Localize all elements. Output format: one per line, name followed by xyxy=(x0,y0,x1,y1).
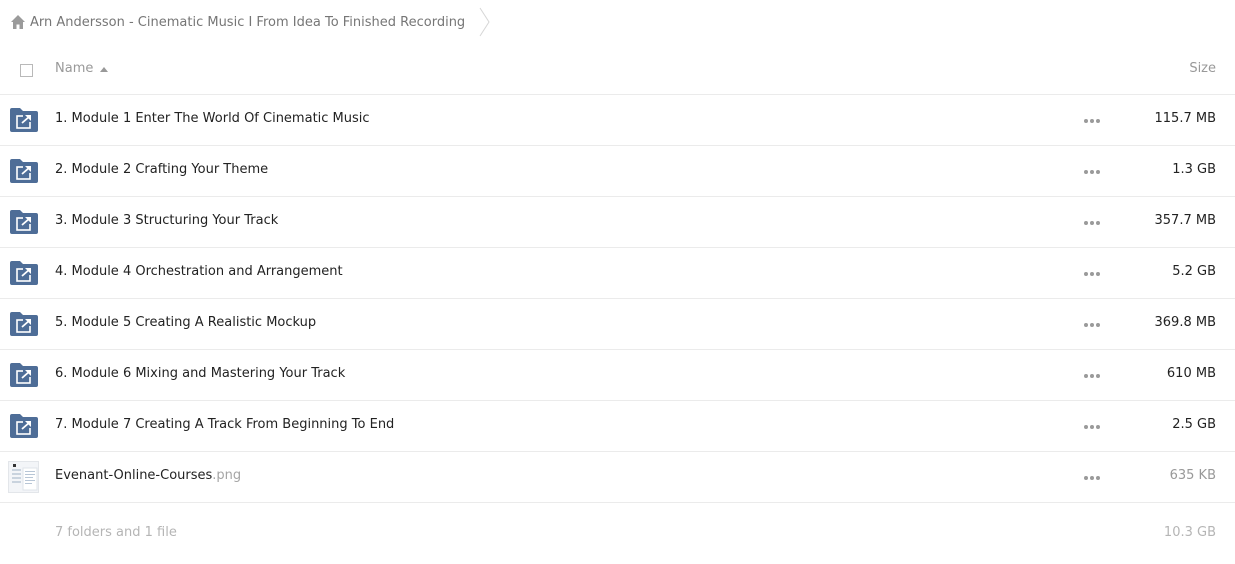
home-icon[interactable] xyxy=(10,14,26,30)
breadcrumb-current-folder[interactable]: Arn Andersson - Cinematic Music I From I… xyxy=(30,15,465,30)
more-options-icon[interactable] xyxy=(1084,119,1100,123)
folder-name[interactable]: 4. Module 4 Orchestration and Arrangemen… xyxy=(55,264,343,279)
breadcrumb: Arn Andersson - Cinematic Music I From I… xyxy=(10,7,491,37)
shared-folder-icon xyxy=(10,414,38,438)
shared-folder-icon xyxy=(10,363,38,387)
size-column-header[interactable]: Size xyxy=(1189,61,1216,76)
folder-name[interactable]: 6. Module 6 Mixing and Mastering Your Tr… xyxy=(55,366,345,381)
file-list-header: Name Size xyxy=(0,44,1235,95)
folder-size: 115.7 MB xyxy=(1154,111,1216,126)
name-column-label: Name xyxy=(55,61,94,76)
folder-name[interactable]: 2. Module 2 Crafting Your Theme xyxy=(55,162,268,177)
folder-size: 369.8 MB xyxy=(1154,315,1216,330)
more-options-icon[interactable] xyxy=(1084,272,1100,276)
shared-folder-icon xyxy=(10,210,38,234)
more-options-icon[interactable] xyxy=(1084,374,1100,378)
file-extension: .png xyxy=(212,468,242,483)
folder-name[interactable]: 3. Module 3 Structuring Your Track xyxy=(55,213,278,228)
more-options-icon[interactable] xyxy=(1084,221,1100,225)
folder-row[interactable]: 3. Module 3 Structuring Your Track 357.7 … xyxy=(0,197,1235,248)
item-count: 7 folders and 1 file xyxy=(55,525,177,540)
file-size: 635 KB xyxy=(1169,468,1216,483)
folder-row[interactable]: 4. Module 4 Orchestration and Arrangemen… xyxy=(0,248,1235,299)
folder-size: 2.5 GB xyxy=(1172,417,1216,432)
more-options-icon[interactable] xyxy=(1084,323,1100,327)
folder-size: 5.2 GB xyxy=(1172,264,1216,279)
folder-row[interactable]: 1. Module 1 Enter The World Of Cinematic… xyxy=(0,95,1235,146)
list-summary: 7 folders and 1 file 10.3 GB xyxy=(0,503,1235,563)
breadcrumb-separator-icon xyxy=(479,7,491,37)
folder-row[interactable]: 6. Module 6 Mixing and Mastering Your Tr… xyxy=(0,350,1235,401)
file-basename: Evenant-Online-Courses xyxy=(55,468,213,483)
folder-name[interactable]: 5. Module 5 Creating A Realistic Mockup xyxy=(55,315,316,330)
folder-name[interactable]: 7. Module 7 Creating A Track From Beginn… xyxy=(55,417,394,432)
more-options-icon[interactable] xyxy=(1084,476,1100,480)
total-size: 10.3 GB xyxy=(1163,525,1216,540)
shared-folder-icon xyxy=(10,108,38,132)
folder-size: 610 MB xyxy=(1166,366,1216,381)
folder-size: 357.7 MB xyxy=(1154,213,1216,228)
folder-name[interactable]: 1. Module 1 Enter The World Of Cinematic… xyxy=(55,111,370,126)
file-list: Name Size 1. Module 1 Enter The World Of… xyxy=(0,44,1235,563)
folder-size: 1.3 GB xyxy=(1172,162,1216,177)
folder-row[interactable]: 2. Module 2 Crafting Your Theme 1.3 GB xyxy=(0,146,1235,197)
folder-row[interactable]: 5. Module 5 Creating A Realistic Mockup 3… xyxy=(0,299,1235,350)
shared-folder-icon xyxy=(10,159,38,183)
name-column-header[interactable]: Name xyxy=(55,61,109,76)
image-thumbnail xyxy=(8,461,39,493)
sort-ascending-icon xyxy=(100,66,109,72)
select-all-checkbox[interactable] xyxy=(20,64,33,77)
file-name[interactable]: Evenant-Online-Courses.png xyxy=(55,468,241,483)
shared-folder-icon xyxy=(10,312,38,336)
folder-row[interactable]: 7. Module 7 Creating A Track From Beginn… xyxy=(0,401,1235,452)
more-options-icon[interactable] xyxy=(1084,170,1100,174)
shared-folder-icon xyxy=(10,261,38,285)
file-row[interactable]: Evenant-Online-Courses.png 635 KB xyxy=(0,452,1235,503)
more-options-icon[interactable] xyxy=(1084,425,1100,429)
